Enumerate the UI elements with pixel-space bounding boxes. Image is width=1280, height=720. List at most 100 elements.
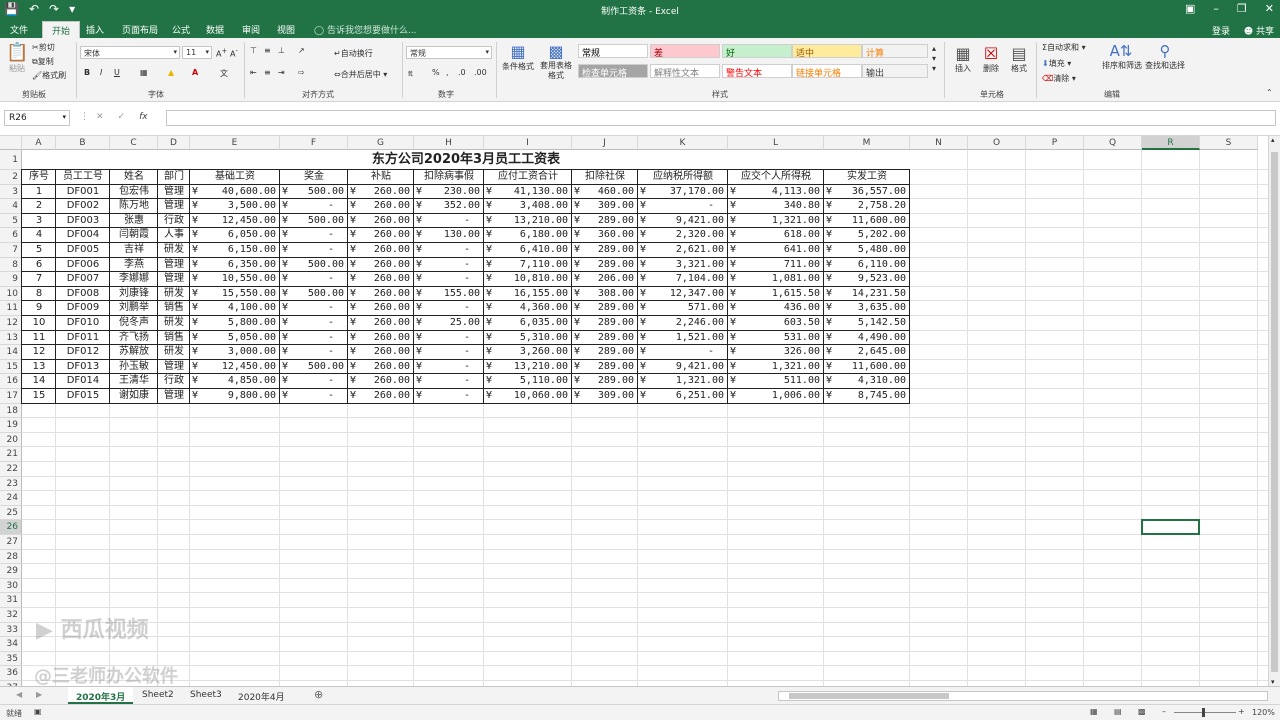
- table-cell[interactable]: ¥289.00: [572, 316, 638, 331]
- page-break-view-icon[interactable]: ▩: [1138, 707, 1146, 716]
- table-cell[interactable]: DF015: [56, 389, 110, 404]
- table-cell[interactable]: ¥511.00: [728, 374, 824, 389]
- table-cell[interactable]: 10: [22, 316, 56, 331]
- column-header[interactable]: I: [484, 136, 572, 150]
- table-cell[interactable]: 12: [22, 345, 56, 360]
- table-cell[interactable]: ¥260.00: [348, 374, 414, 389]
- table-cell[interactable]: DF009: [56, 301, 110, 316]
- table-cell[interactable]: DF005: [56, 243, 110, 258]
- row-header[interactable]: 24: [0, 491, 22, 506]
- table-cell[interactable]: 谢如康: [110, 389, 158, 404]
- column-header[interactable]: M: [824, 136, 910, 150]
- table-cell[interactable]: ¥3,321.00: [638, 258, 728, 273]
- column-header[interactable]: Q: [1084, 136, 1142, 150]
- row-header[interactable]: 3: [0, 184, 22, 200]
- table-cell[interactable]: ¥230.00: [414, 185, 484, 200]
- comma-style-icon[interactable]: ,: [446, 68, 449, 77]
- underline-button[interactable]: U: [114, 68, 120, 77]
- row-header[interactable]: 22: [0, 462, 22, 477]
- table-cell[interactable]: ¥ -: [280, 331, 348, 346]
- row-header[interactable]: 17: [0, 389, 22, 404]
- table-cell[interactable]: ¥9,421.00: [638, 360, 728, 375]
- table-cell[interactable]: ¥460.00: [572, 185, 638, 200]
- table-header-cell[interactable]: 奖金: [280, 170, 348, 185]
- table-cell[interactable]: ¥260.00: [348, 258, 414, 273]
- table-cell[interactable]: ¥289.00: [572, 214, 638, 229]
- table-cell[interactable]: DF012: [56, 345, 110, 360]
- indent-icon[interactable]: ⇨: [298, 68, 305, 77]
- bold-button[interactable]: B: [84, 68, 90, 77]
- row-header[interactable]: 8: [0, 257, 22, 273]
- table-cell[interactable]: ¥289.00: [572, 331, 638, 346]
- column-header[interactable]: R: [1142, 136, 1200, 150]
- align-top-icon[interactable]: ⊤: [250, 46, 257, 55]
- table-cell[interactable]: ¥9,800.00: [190, 389, 280, 404]
- table-cell[interactable]: DF011: [56, 331, 110, 346]
- table-cell[interactable]: DF002: [56, 199, 110, 214]
- table-cell[interactable]: ¥260.00: [348, 287, 414, 302]
- table-cell[interactable]: ¥260.00: [348, 301, 414, 316]
- table-cell[interactable]: ¥ -: [280, 243, 348, 258]
- table-cell[interactable]: ¥ -: [280, 389, 348, 404]
- table-cell[interactable]: ¥500.00: [280, 185, 348, 200]
- number-format-combo[interactable]: 常规 ▾: [406, 46, 492, 59]
- row-header[interactable]: 34: [0, 637, 22, 652]
- row-header[interactable]: 13: [0, 330, 22, 346]
- row-header[interactable]: 11: [0, 301, 22, 316]
- table-cell[interactable]: ¥10,810.00: [484, 272, 572, 287]
- table-cell[interactable]: ¥206.00: [572, 272, 638, 287]
- table-cell[interactable]: ¥260.00: [348, 331, 414, 346]
- table-cell[interactable]: DF004: [56, 228, 110, 243]
- table-cell[interactable]: ¥260.00: [348, 316, 414, 331]
- table-cell[interactable]: 2: [22, 199, 56, 214]
- table-cell[interactable]: ¥4,490.00: [824, 331, 910, 346]
- table-header-cell[interactable]: 实发工资: [824, 170, 910, 185]
- tab-data[interactable]: 数据: [206, 23, 224, 36]
- table-cell[interactable]: ¥1,321.00: [638, 374, 728, 389]
- table-cell[interactable]: ¥6,350.00: [190, 258, 280, 273]
- row-header[interactable]: 15: [0, 359, 22, 375]
- table-cell[interactable]: ¥130.00: [414, 228, 484, 243]
- table-cell[interactable]: ¥ -: [280, 301, 348, 316]
- add-sheet-icon[interactable]: ⊕: [314, 688, 323, 701]
- table-cell[interactable]: ¥37,170.00: [638, 185, 728, 200]
- table-cell[interactable]: ¥5,110.00: [484, 374, 572, 389]
- table-cell[interactable]: ¥16,155.00: [484, 287, 572, 302]
- row-header[interactable]: 26: [0, 520, 22, 535]
- table-cell[interactable]: ¥25.00: [414, 316, 484, 331]
- next-sheet-icon[interactable]: ▶: [36, 690, 42, 699]
- format-as-table-button[interactable]: ▩ 套用表格格式: [538, 42, 574, 81]
- table-cell[interactable]: 行政: [158, 374, 190, 389]
- cell-style[interactable]: 差: [650, 44, 720, 59]
- table-cell[interactable]: ¥8,745.00: [824, 389, 910, 404]
- enter-icon[interactable]: ✓: [118, 112, 126, 122]
- table-cell[interactable]: ¥ -: [414, 345, 484, 360]
- table-cell[interactable]: ¥ -: [414, 214, 484, 229]
- table-cell[interactable]: 研发: [158, 345, 190, 360]
- table-cell[interactable]: ¥500.00: [280, 258, 348, 273]
- column-header[interactable]: G: [348, 136, 414, 150]
- autosum-button[interactable]: Σ自动求和 ▾: [1042, 42, 1086, 53]
- table-cell[interactable]: ¥260.00: [348, 185, 414, 200]
- table-cell[interactable]: ¥260.00: [348, 243, 414, 258]
- table-cell[interactable]: ¥4,850.00: [190, 374, 280, 389]
- increase-decimal-icon[interactable]: .0: [458, 68, 466, 77]
- table-cell[interactable]: ¥2,645.00: [824, 345, 910, 360]
- row-header[interactable]: 36: [0, 666, 22, 681]
- table-cell[interactable]: ¥155.00: [414, 287, 484, 302]
- table-cell[interactable]: 研发: [158, 316, 190, 331]
- table-cell[interactable]: ¥ -: [280, 228, 348, 243]
- table-cell[interactable]: ¥6,050.00: [190, 228, 280, 243]
- tab-file[interactable]: 文件: [10, 23, 28, 36]
- percent-icon[interactable]: %: [432, 68, 440, 77]
- table-cell[interactable]: ¥6,035.00: [484, 316, 572, 331]
- column-header[interactable]: K: [638, 136, 728, 150]
- table-cell[interactable]: ¥500.00: [280, 214, 348, 229]
- table-cell[interactable]: ¥13,210.00: [484, 360, 572, 375]
- table-cell[interactable]: ¥3,408.00: [484, 199, 572, 214]
- table-cell[interactable]: ¥289.00: [572, 301, 638, 316]
- cancel-icon[interactable]: ✕: [96, 112, 104, 122]
- wrap-text-button[interactable]: ↵自动换行: [334, 48, 373, 59]
- sign-in-link[interactable]: 登录: [1212, 24, 1230, 37]
- table-cell[interactable]: ¥9,523.00: [824, 272, 910, 287]
